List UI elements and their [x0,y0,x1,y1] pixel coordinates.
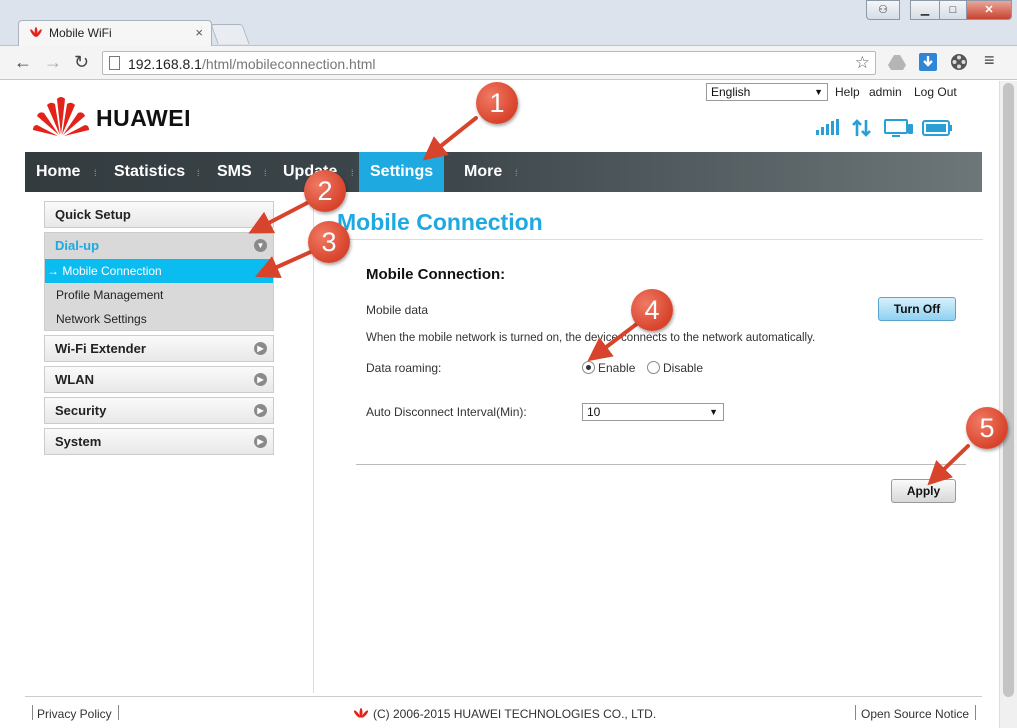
page-title: Mobile Connection [337,209,543,235]
brand-name: HUAWEI [96,105,191,131]
nav-separator: ⁞ [94,168,97,178]
sidebar-item-label: System [55,434,102,449]
back-arrow-icon[interactable]: ← [14,52,32,73]
sidebar-item-system[interactable]: System ▶ [44,428,274,455]
sidebar-item-quick-setup[interactable]: Quick Setup [44,201,274,228]
nav-more[interactable]: More [464,152,502,192]
user-link[interactable]: admin [869,85,902,99]
chevron-down-icon[interactable]: ▼ [254,239,267,252]
download-icon[interactable] [919,53,937,71]
page-icon [109,56,120,70]
sidebar-item-label: Security [55,403,107,418]
annotation-callout-4: 4 [631,289,673,331]
annotation-callout-2: 2 [304,170,346,212]
menu-icon[interactable]: ≡ [984,50,995,71]
footer-separator [855,705,856,720]
page: HUAWEI English ▼ Help admin Log Out Home … [0,81,1000,728]
logout-link[interactable]: Log Out [914,85,957,99]
page-scrollbar[interactable] [999,81,1017,728]
nav-home[interactable]: Home [36,152,80,192]
info-text: When the mobile network is turned on, th… [366,332,816,344]
signal-strength-icon [816,119,839,135]
new-tab-button[interactable] [210,24,250,44]
sidebar-group-dialup: Dial-up ▼ → Mobile Connection Profile Ma… [44,232,274,331]
footer-separator [32,705,33,720]
copyright-text: (C) 2006-2015 HUAWEI TECHNOLOGIES CO., L… [373,707,657,721]
chevron-right-icon: ▶ [254,373,267,386]
annotation-callout-3: 3 [308,221,350,263]
devices-icon [884,119,913,137]
forward-arrow-icon[interactable]: → [44,52,62,73]
drive-icon[interactable] [888,53,906,71]
chevron-right-icon: ▶ [254,342,267,355]
open-source-notice-link[interactable]: Open Source Notice [861,707,969,721]
address-bar[interactable]: 192.168.8.1/html/mobileconnection.html ☆ [102,51,876,75]
nav-separator: ⁞ [515,168,518,178]
dropdown-arrow-icon: ▼ [814,87,823,97]
sidebar-item-dialup[interactable]: Dial-up [55,238,99,253]
bookmark-star-icon[interactable]: ☆ [855,53,870,73]
reload-icon[interactable]: ↻ [74,52,89,73]
footer-separator [118,705,119,720]
roaming-enable-label[interactable]: Enable [598,361,635,375]
huawei-favicon-icon [29,27,43,42]
battery-icon [922,120,952,136]
tab-title: Mobile WiFi [49,26,112,40]
title-divider [337,239,983,240]
sidebar-item-mobile-connection[interactable]: → Mobile Connection [45,259,273,283]
roaming-disable-radio[interactable] [647,361,660,374]
chevron-right-icon: ▶ [254,404,267,417]
form-divider [356,464,966,465]
nav-separator: ⁞ [351,168,354,178]
close-window-button[interactable]: ✕ [966,0,1012,20]
chevron-right-icon: ▶ [254,435,267,448]
roaming-disable-label[interactable]: Disable [663,361,703,375]
huawei-logo-icon [32,95,90,140]
browser-toolbar: ← → ↻ 192.168.8.1/html/mobileconnection.… [0,46,1017,80]
footer-separator [975,705,976,720]
maximize-button[interactable]: □ [939,0,967,20]
sidebar-item-network-settings[interactable]: Network Settings [45,307,273,331]
sidebar-item-label: WLAN [55,372,94,387]
sidebar-item-profile-management[interactable]: Profile Management [45,283,273,307]
film-reel-icon[interactable] [950,53,968,71]
help-link[interactable]: Help [835,85,860,99]
huawei-small-logo-icon [352,708,370,723]
sidebar-item-wifi-extender[interactable]: Wi-Fi Extender ▶ [44,335,274,362]
main-nav: Home ⁞ Statistics ⁞ SMS ⁞ Update ⁞ Setti… [25,152,982,192]
privacy-policy-link[interactable]: Privacy Policy [37,707,112,721]
auto-disconnect-label: Auto Disconnect Interval(Min): [366,405,527,419]
nav-sms[interactable]: SMS [217,152,252,192]
data-roaming-label: Data roaming: [366,361,442,375]
language-select[interactable]: English ▼ [706,83,828,101]
nav-separator: ⁞ [264,168,267,178]
turn-off-button[interactable]: Turn Off [878,297,956,321]
user-icon[interactable]: ⚇ [866,0,900,20]
browser-tab[interactable]: Mobile WiFi × [18,20,212,46]
apply-button[interactable]: Apply [891,479,956,503]
roaming-enable-radio[interactable] [582,361,595,374]
footer-divider [25,696,982,697]
browser-tabstrip: Mobile WiFi × ⚇ ▁ □ ✕ [0,0,1017,46]
sidebar-item-label: Wi-Fi Extender [55,341,146,356]
sidebar-divider [313,193,314,693]
data-transfer-icon [852,119,871,137]
nav-separator: ⁞ [197,168,200,178]
minimize-button[interactable]: ▁ [910,0,940,20]
nav-statistics[interactable]: Statistics [114,152,185,192]
sidebar-item-wlan[interactable]: WLAN ▶ [44,366,274,393]
dropdown-arrow-icon: ▼ [709,407,718,417]
nav-settings[interactable]: Settings [359,152,445,192]
scrollbar-thumb[interactable] [1003,83,1014,697]
annotation-callout-5: 5 [966,407,1008,449]
auto-disconnect-select[interactable]: 10 ▼ [582,403,724,421]
section-title: Mobile Connection: [366,266,506,283]
close-icon[interactable]: × [195,25,203,40]
sidebar-item-security[interactable]: Security ▶ [44,397,274,424]
mobile-data-label: Mobile data [366,303,429,317]
url-text: 192.168.8.1/html/mobileconnection.html [128,56,376,72]
annotation-callout-1: 1 [476,82,518,124]
